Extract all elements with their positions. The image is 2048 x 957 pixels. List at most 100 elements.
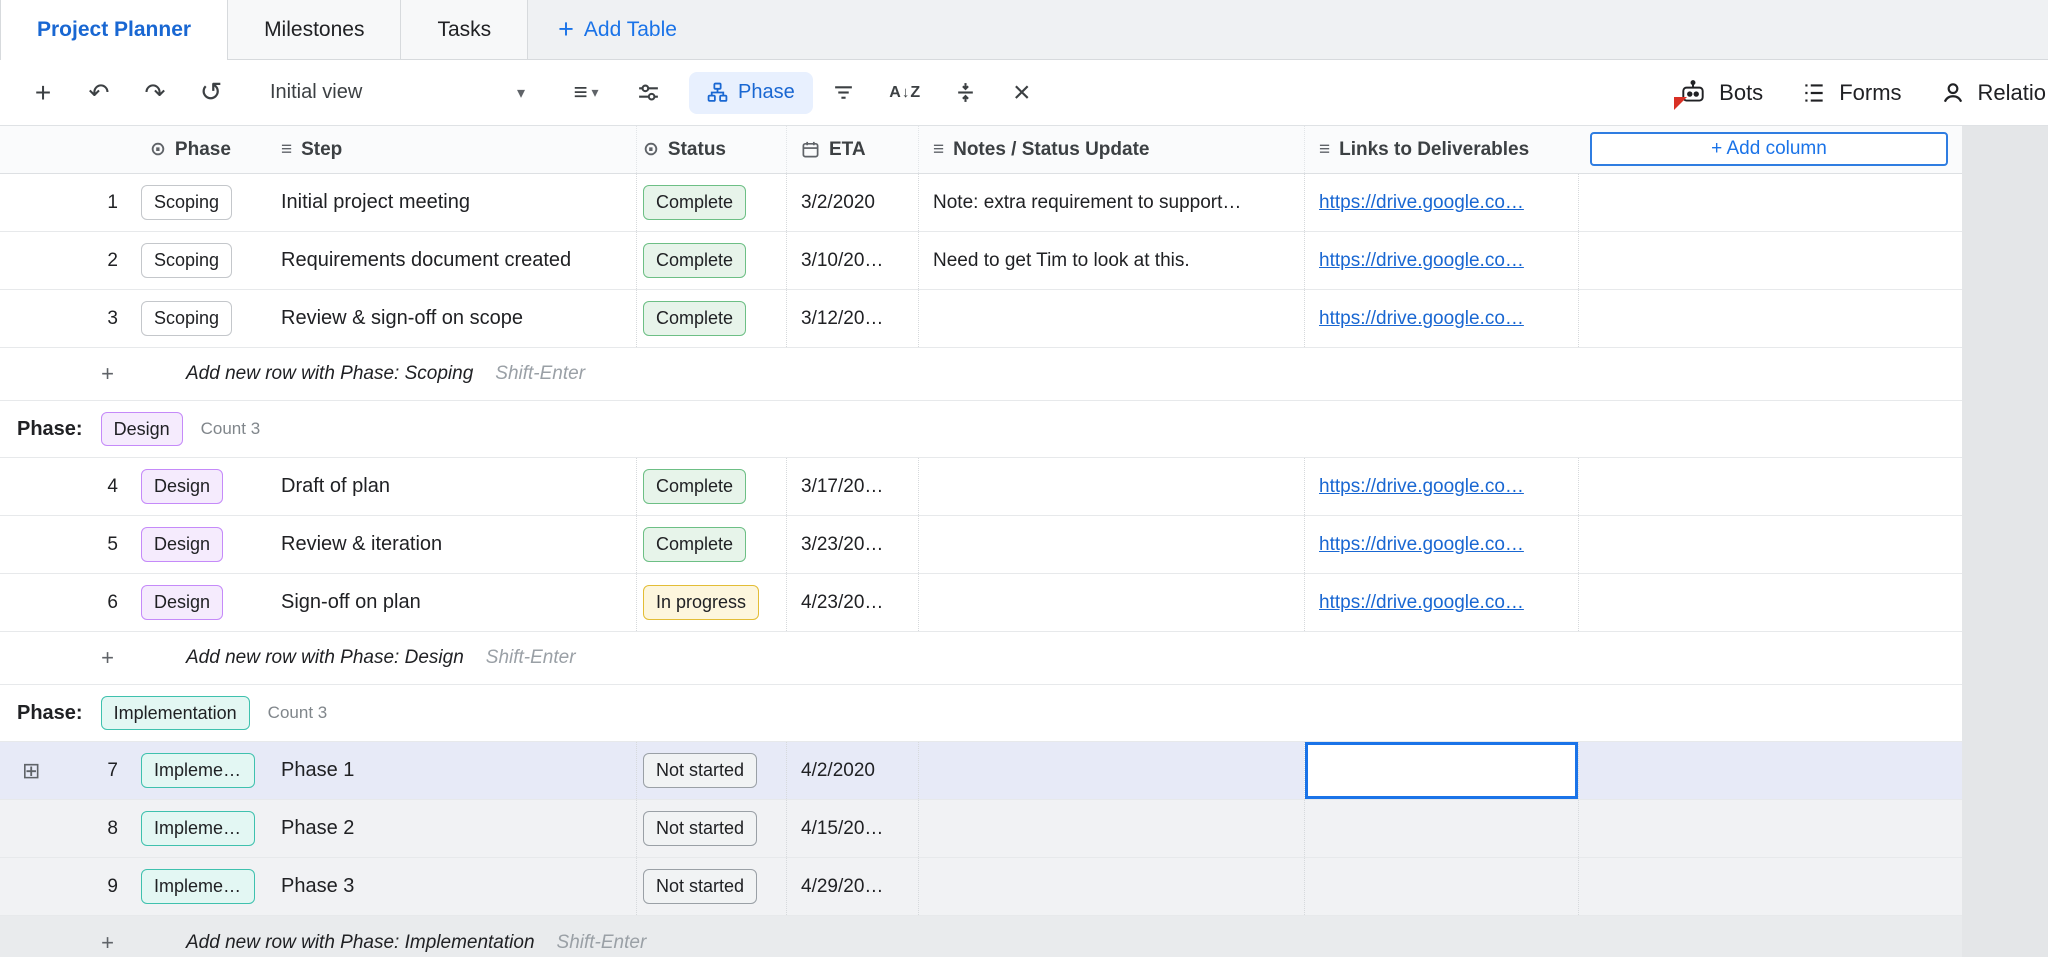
notes-cell[interactable] <box>918 574 1304 631</box>
add-column-button[interactable]: + Add column <box>1590 132 1948 166</box>
row-number-cell[interactable]: 6 <box>0 574 136 631</box>
notes-cell[interactable] <box>918 858 1304 915</box>
phase-cell[interactable]: Scoping <box>136 174 267 231</box>
eta-cell[interactable]: 4/15/20… <box>786 800 918 857</box>
deliverable-link[interactable]: https://drive.google.co… <box>1319 192 1524 214</box>
sort-button[interactable]: A↓Z <box>877 70 933 116</box>
step-cell[interactable]: Requirements document created <box>267 232 636 289</box>
forms-button[interactable]: Forms <box>1801 80 1901 106</box>
eta-cell[interactable]: 3/17/20… <box>786 458 918 515</box>
notes-cell[interactable] <box>918 516 1304 573</box>
eta-cell[interactable]: 4/23/20… <box>786 574 918 631</box>
links-cell[interactable]: https://drive.google.co… <box>1304 516 1578 573</box>
phase-cell[interactable]: Scoping <box>136 290 267 347</box>
add-row-implementation[interactable]: + Add new row with Phase: Implementation… <box>0 916 1962 957</box>
column-header-step[interactable]: ≡ Step <box>267 126 636 173</box>
step-cell[interactable]: Draft of plan <box>267 458 636 515</box>
tab-project-planner[interactable]: Project Planner <box>0 0 228 60</box>
collapse-groups-button[interactable] <box>943 70 989 116</box>
view-selector[interactable]: Initial view ▾ <box>260 71 535 115</box>
add-row-design[interactable]: + Add new row with Phase: Design Shift-E… <box>0 632 1962 685</box>
row-number-cell[interactable]: 8 <box>0 800 136 857</box>
eta-cell[interactable]: 3/2/2020 <box>786 174 918 231</box>
links-cell[interactable]: https://drive.google.co… <box>1304 290 1578 347</box>
phase-cell[interactable]: Design <box>136 574 267 631</box>
deliverable-link[interactable]: https://drive.google.co… <box>1319 534 1524 556</box>
phase-cell[interactable]: Design <box>136 458 267 515</box>
status-cell[interactable]: Complete <box>636 290 786 347</box>
phase-cell[interactable]: Implementation <box>136 800 267 857</box>
status-cell[interactable]: Not started <box>636 800 786 857</box>
step-cell[interactable]: Phase 2 <box>267 800 636 857</box>
deliverable-link[interactable]: https://drive.google.co… <box>1319 250 1524 272</box>
column-header-eta[interactable]: ETA <box>786 126 918 173</box>
row-number-cell[interactable]: 1 <box>0 174 136 231</box>
eta-cell[interactable]: 4/2/2020 <box>786 742 918 799</box>
row-number-cell[interactable]: 3 <box>0 290 136 347</box>
tab-milestones[interactable]: Milestones <box>228 0 401 59</box>
status-cell[interactable]: Complete <box>636 174 786 231</box>
phase-cell[interactable]: Implementation <box>136 858 267 915</box>
selected-cell[interactable] <box>1304 742 1578 799</box>
history-button[interactable]: ↺ <box>188 70 234 116</box>
eta-cell[interactable]: 4/29/20… <box>786 858 918 915</box>
notes-cell[interactable] <box>918 800 1304 857</box>
links-cell[interactable]: https://drive.google.co… <box>1304 174 1578 231</box>
group-header-design[interactable]: Phase: Design Count 3 <box>0 401 1962 458</box>
status-cell[interactable]: Complete <box>636 516 786 573</box>
filter-button[interactable] <box>821 70 867 116</box>
status-cell[interactable]: Complete <box>636 458 786 515</box>
links-cell[interactable] <box>1304 858 1578 915</box>
redo-button[interactable]: ↷ <box>132 70 178 116</box>
undo-button[interactable]: ↶ <box>76 70 122 116</box>
column-header-phase[interactable]: ⊙ Phase <box>136 126 267 173</box>
notes-cell[interactable] <box>918 742 1304 799</box>
close-grouping-button[interactable]: × <box>999 70 1045 116</box>
eta-cell[interactable]: 3/12/20… <box>786 290 918 347</box>
add-row-scoping[interactable]: + Add new row with Phase: Scoping Shift-… <box>0 348 1962 401</box>
row-number-cell[interactable]: 4 <box>0 458 136 515</box>
status-cell[interactable]: Not started <box>636 742 786 799</box>
group-by-phase-button[interactable]: Phase <box>689 72 813 114</box>
deliverable-link[interactable]: https://drive.google.co… <box>1319 476 1524 498</box>
status-cell[interactable]: In progress <box>636 574 786 631</box>
step-cell[interactable]: Review & sign-off on scope <box>267 290 636 347</box>
notes-cell[interactable]: Note: extra requirement to support… <box>918 174 1304 231</box>
status-cell[interactable]: Not started <box>636 858 786 915</box>
links-cell[interactable] <box>1304 800 1578 857</box>
step-cell[interactable]: Phase 3 <box>267 858 636 915</box>
step-cell[interactable]: Sign-off on plan <box>267 574 636 631</box>
deliverable-link[interactable]: https://drive.google.co… <box>1319 308 1524 330</box>
row-number-cell[interactable]: 9 <box>0 858 136 915</box>
links-cell[interactable]: https://drive.google.co… <box>1304 574 1578 631</box>
group-header-implementation[interactable]: Phase: Implementation Count 3 <box>0 685 1962 742</box>
links-cell[interactable]: https://drive.google.co… <box>1304 232 1578 289</box>
notes-cell[interactable]: Need to get Tim to look at this. <box>918 232 1304 289</box>
add-row-button[interactable]: + <box>20 70 66 116</box>
step-cell[interactable]: Initial project meeting <box>267 174 636 231</box>
phase-cell[interactable]: Design <box>136 516 267 573</box>
hide-fields-button[interactable] <box>625 70 671 116</box>
relationships-button[interactable]: Relatio <box>1940 80 2046 106</box>
column-header-links[interactable]: ≡ Links to Deliverables <box>1304 126 1578 173</box>
notes-cell[interactable] <box>918 290 1304 347</box>
tab-tasks[interactable]: Tasks <box>401 0 528 59</box>
column-header-notes[interactable]: ≡ Notes / Status Update <box>918 126 1304 173</box>
eta-cell[interactable]: 3/10/20… <box>786 232 918 289</box>
row-number-cell[interactable]: 5 <box>0 516 136 573</box>
deliverable-link[interactable]: https://drive.google.co… <box>1319 592 1524 614</box>
row-number-cell[interactable]: ⊞ 7 <box>0 742 136 799</box>
bots-button[interactable]: Bots <box>1679 79 1763 107</box>
links-cell[interactable]: https://drive.google.co… <box>1304 458 1578 515</box>
expand-record-icon[interactable]: ⊞ <box>22 758 40 784</box>
row-number-cell[interactable]: 2 <box>0 232 136 289</box>
add-table-button[interactable]: + Add Table <box>552 0 683 59</box>
phase-cell[interactable]: Implementation <box>136 742 267 799</box>
step-cell[interactable]: Review & iteration <box>267 516 636 573</box>
row-height-button[interactable]: ≡ ▾ <box>557 70 615 116</box>
phase-cell[interactable]: Scoping <box>136 232 267 289</box>
eta-cell[interactable]: 3/23/20… <box>786 516 918 573</box>
step-cell[interactable]: Phase 1 <box>267 742 636 799</box>
notes-cell[interactable] <box>918 458 1304 515</box>
status-cell[interactable]: Complete <box>636 232 786 289</box>
